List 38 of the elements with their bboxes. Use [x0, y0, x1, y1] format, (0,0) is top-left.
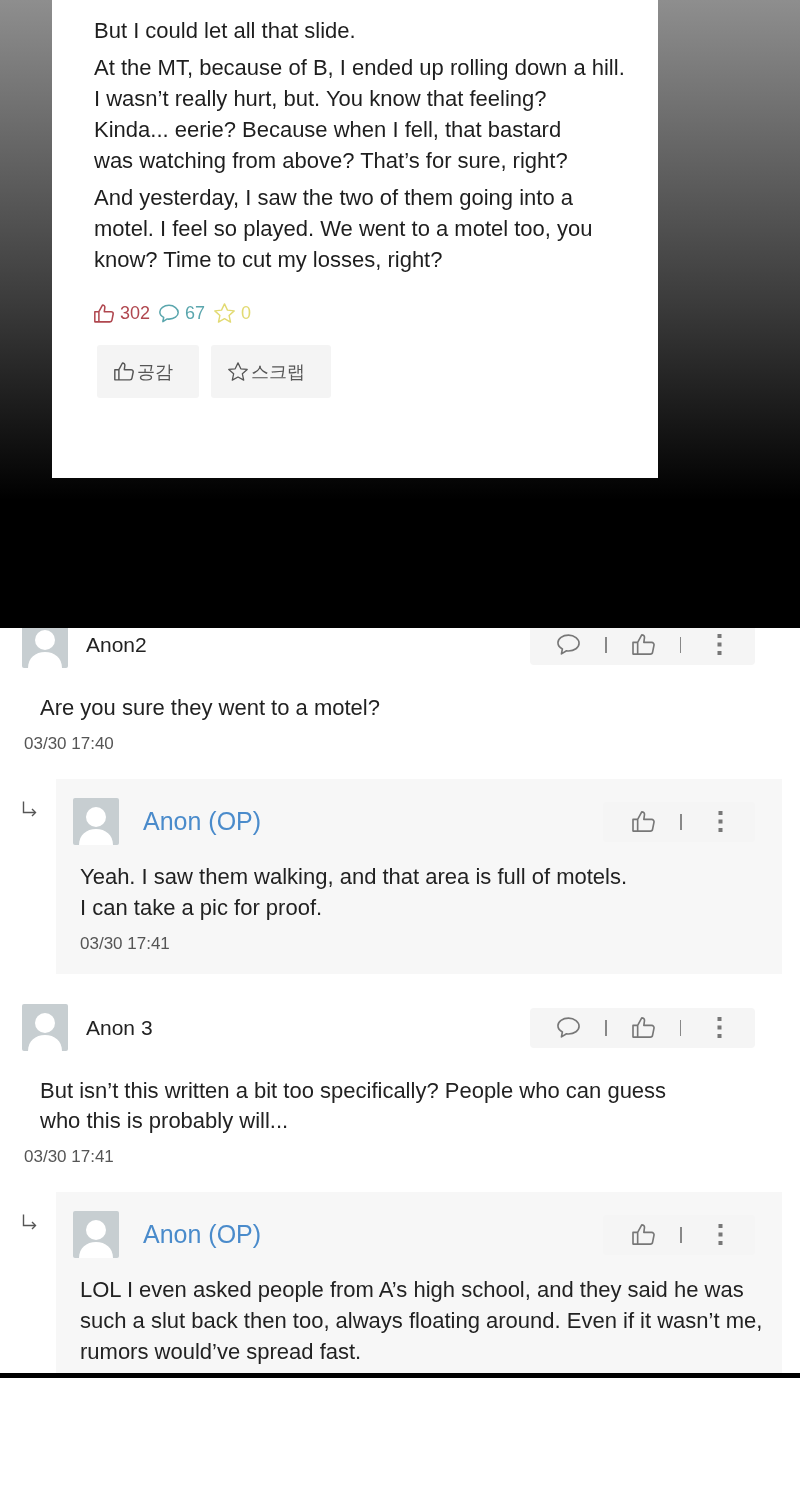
thumbs-up-icon [114, 362, 134, 381]
more-icon[interactable] [717, 1017, 722, 1038]
reply-arrow-icon [22, 1214, 37, 1231]
reply-arrow-icon [22, 801, 37, 818]
reply-text: LOL I even asked people from A’s high school, and they said he was such a slut back then too, always floating around. Even if it wasn’t me, rumors would’ve spread fast. [80, 1276, 764, 1366]
post-paragraph: But I could let all that slide. [94, 17, 357, 45]
more-icon[interactable] [717, 634, 722, 655]
speech-bubble-icon[interactable] [557, 1017, 580, 1038]
reply-time: 03/30 17:41 [80, 933, 171, 955]
stat-count: 302 [120, 302, 151, 324]
post-paragraph: At the MT, because of B, I ended up rolling down a hill. I wasn’t really hurt, but. You know that feeling? Kinda... eerie? Because when I fell, that bastard was watching from above? That’s for sure, right? [94, 54, 626, 175]
post-paragraph: And yesterday, I saw the two of them going into a motel. I feel so played. We went to a motel too, you know? Time to cut my losses, right? [94, 184, 594, 274]
more-icon[interactable] [717, 1224, 723, 1245]
speech-bubble-icon[interactable] [557, 634, 580, 655]
avatar-icon [22, 1004, 68, 1051]
speech-bubble-icon [159, 303, 180, 323]
thumbs-up-icon[interactable] [631, 1017, 655, 1038]
reply-text: Yeah. I saw them walking, and that area is full of motels. I can take a pic for proof. [80, 863, 629, 922]
thumbs-up-icon[interactable] [631, 634, 655, 655]
stat-count: 67 [185, 302, 206, 324]
more-icon[interactable] [717, 811, 723, 832]
stat-count: 0 [241, 302, 252, 324]
avatar-icon [73, 1211, 119, 1258]
avatar-icon [73, 798, 119, 845]
comment-time: 03/30 17:41 [24, 1146, 115, 1168]
like-button[interactable]: 공감 [97, 345, 199, 398]
comment-text: But isn’t this written a bit too specifically? People who can guess who this is probably will... [40, 1077, 668, 1135]
comment-text: Are you sure they went to a motel? [40, 694, 381, 722]
avatar-icon [22, 628, 68, 668]
star-icon [228, 362, 248, 381]
author-name[interactable]: Anon2 [86, 632, 147, 657]
thumbs-up-icon[interactable] [632, 811, 655, 832]
author-name[interactable]: Anon 3 [86, 1015, 153, 1040]
star-icon [214, 303, 236, 323]
scrap-button[interactable]: 스크랩 [211, 345, 331, 398]
thumbs-up-icon[interactable] [632, 1224, 655, 1245]
thumbs-up-icon [94, 303, 114, 323]
comment-time: 03/30 17:40 [24, 733, 115, 755]
